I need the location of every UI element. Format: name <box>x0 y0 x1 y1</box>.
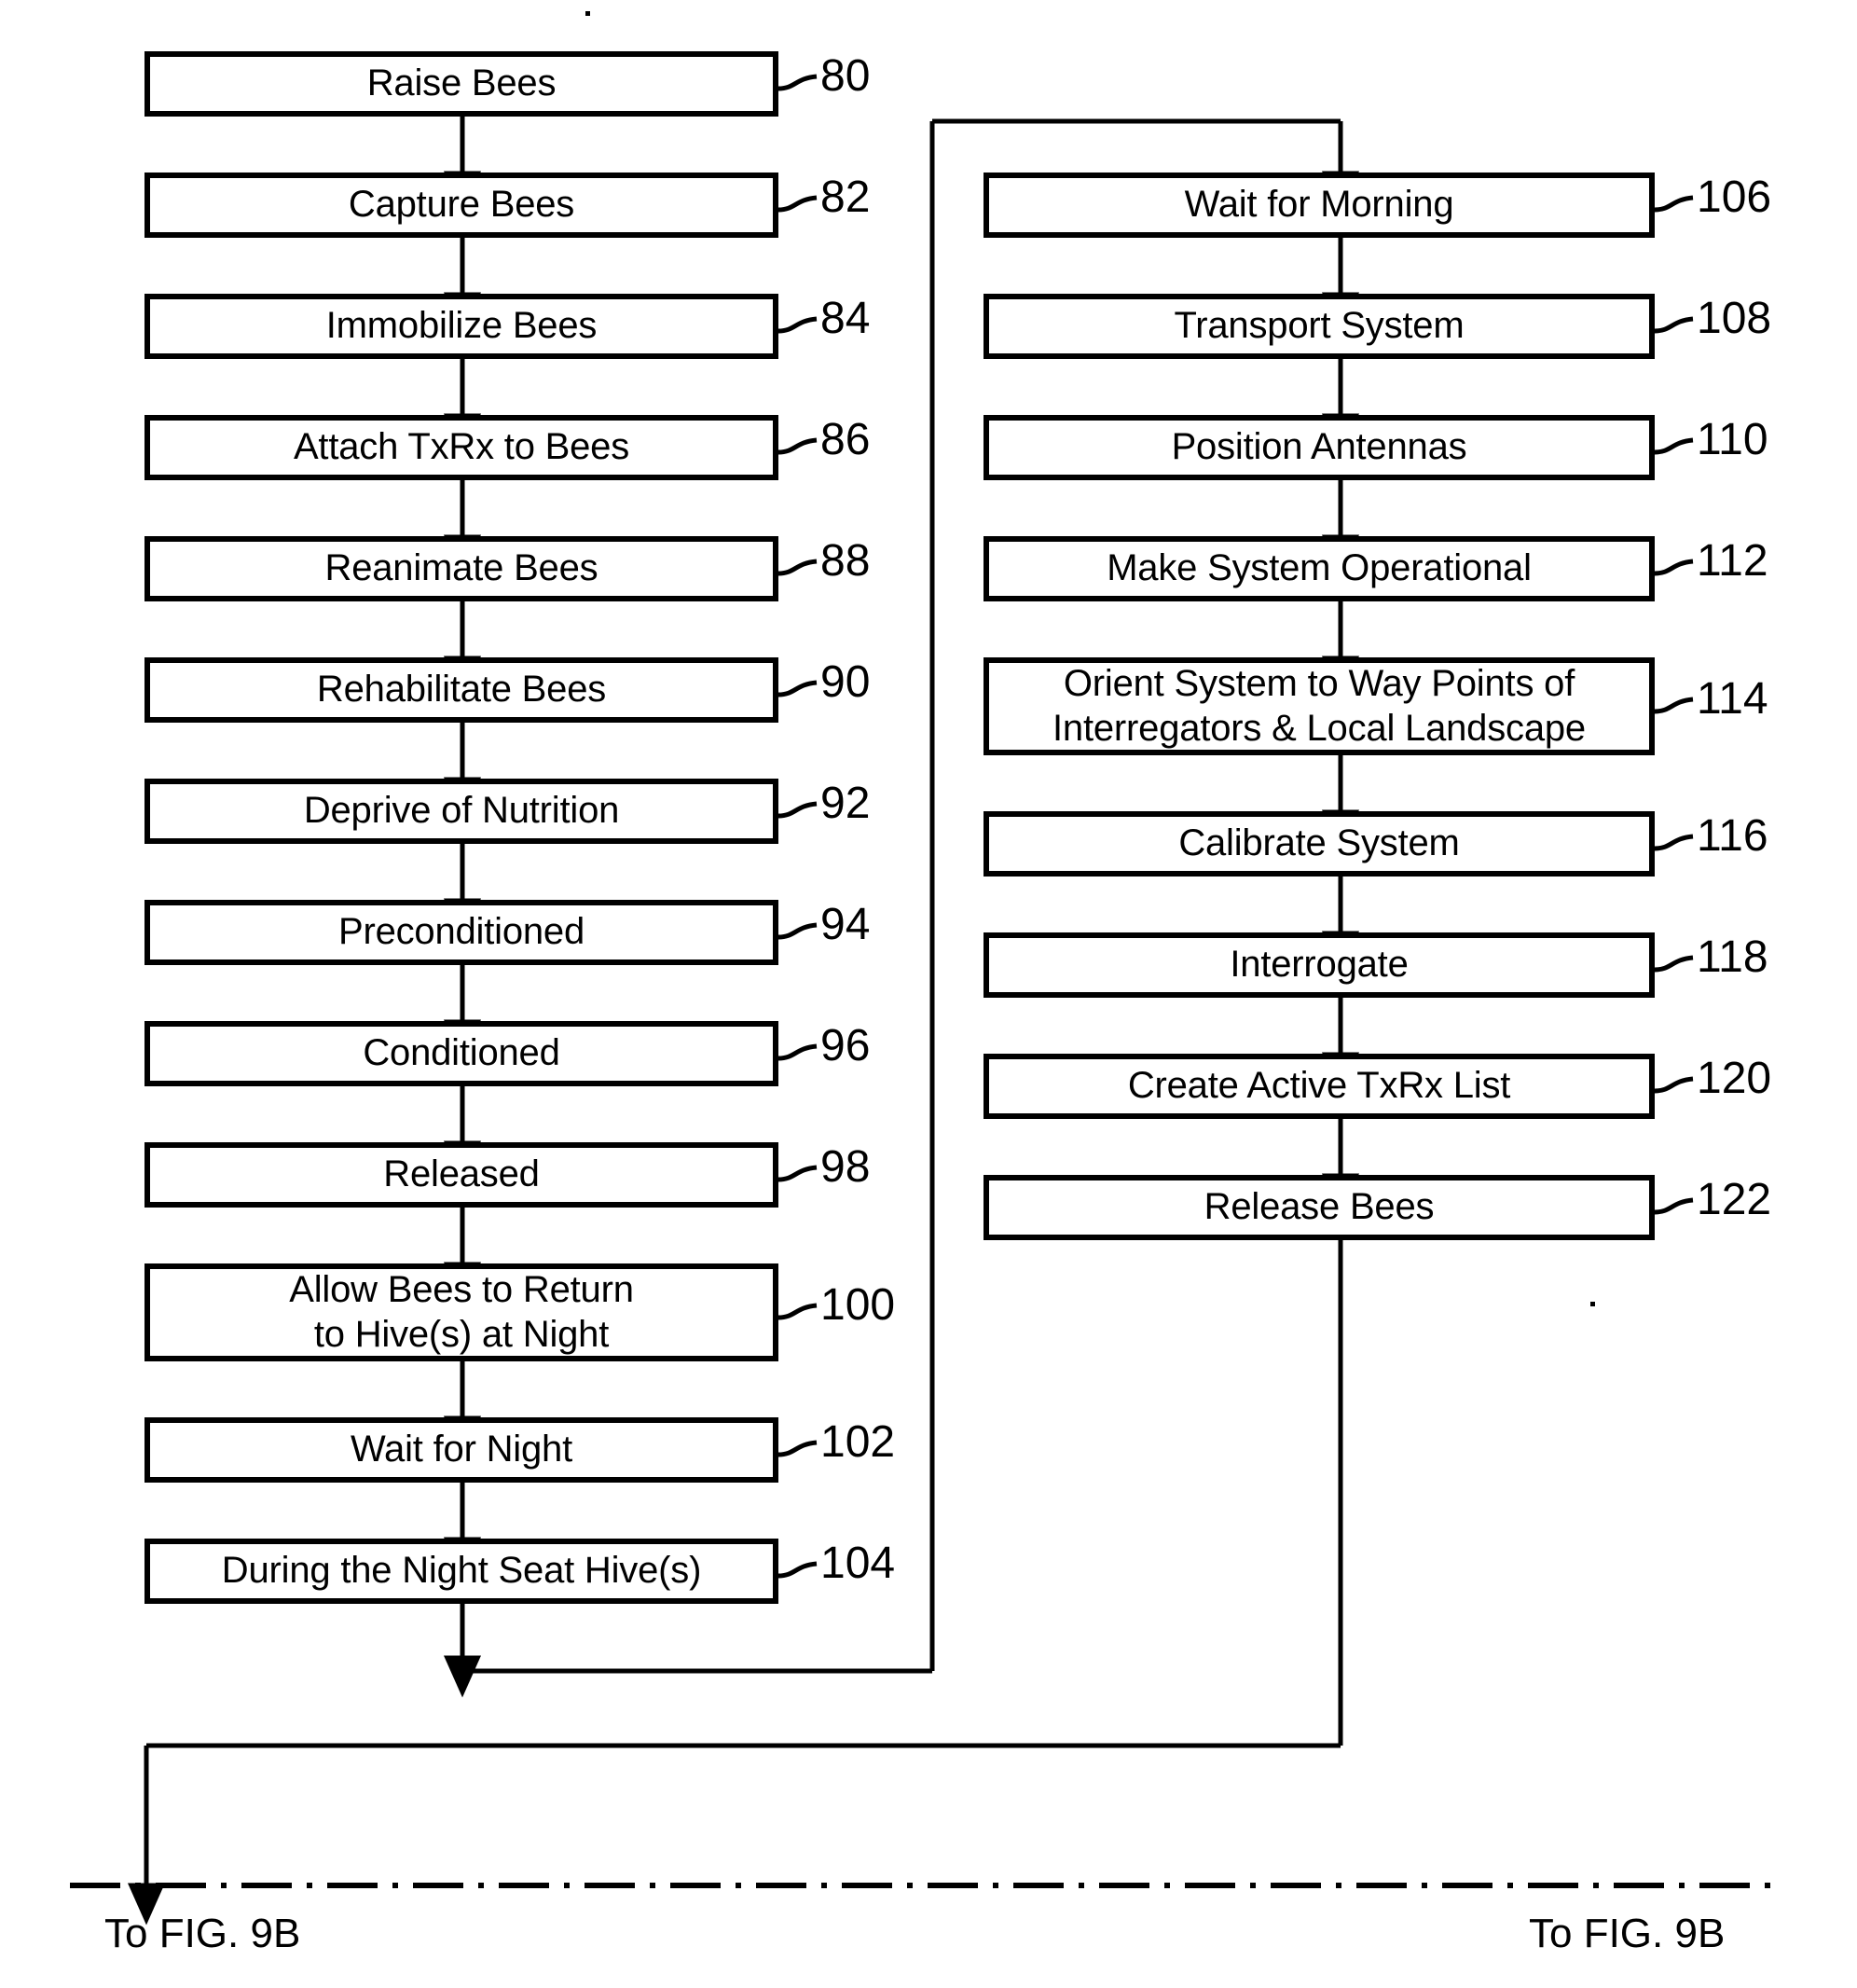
reference-numeral-110: 110 <box>1697 415 1768 464</box>
reference-numeral-98: 98 <box>820 1142 871 1192</box>
node-label: Raise Bees <box>366 62 557 104</box>
process-node-98[interactable]: Released <box>144 1142 778 1208</box>
scan-speck <box>1590 1302 1595 1306</box>
process-node-90[interactable]: Rehabilitate Bees <box>144 657 778 723</box>
reference-numeral-86: 86 <box>820 415 871 464</box>
process-node-102[interactable]: Wait for Night <box>144 1417 778 1483</box>
reference-numeral-120: 120 <box>1697 1054 1772 1103</box>
process-node-84[interactable]: Immobilize Bees <box>144 294 778 359</box>
node-label: Immobilize Bees <box>325 305 598 347</box>
process-node-112[interactable]: Make System Operational <box>984 536 1655 601</box>
process-node-94[interactable]: Preconditioned <box>144 900 778 965</box>
reference-numeral-100: 100 <box>820 1280 896 1330</box>
process-node-114[interactable]: Orient System to Way Points of Interrega… <box>984 657 1655 755</box>
reference-numeral-118: 118 <box>1697 932 1768 982</box>
node-label: Make System Operational <box>1107 547 1532 589</box>
process-node-96[interactable]: Conditioned <box>144 1021 778 1086</box>
reference-numeral-80: 80 <box>820 51 871 101</box>
process-node-118[interactable]: Interrogate <box>984 932 1655 998</box>
reference-numeral-122: 122 <box>1697 1175 1772 1224</box>
node-label: Deprive of Nutrition <box>303 790 620 832</box>
node-label: Orient System to Way Points of Interrega… <box>1052 663 1586 749</box>
reference-numeral-116: 116 <box>1697 811 1768 861</box>
node-label: Calibrate System <box>1178 822 1460 864</box>
sheet-ref-left: To FIG. 9B <box>104 1911 301 1956</box>
process-node-120[interactable]: Create Active TxRx List <box>984 1054 1655 1119</box>
process-node-92[interactable]: Deprive of Nutrition <box>144 779 778 844</box>
process-node-108[interactable]: Transport System <box>984 294 1655 359</box>
node-label: Released <box>383 1153 540 1195</box>
reference-numeral-104: 104 <box>820 1539 896 1588</box>
reference-numeral-94: 94 <box>820 900 871 949</box>
node-label: Create Active TxRx List <box>1127 1065 1511 1107</box>
node-label: Position Antennas <box>1171 426 1467 468</box>
reference-numeral-114: 114 <box>1697 674 1768 724</box>
process-node-122[interactable]: Release Bees <box>984 1175 1655 1240</box>
reference-numeral-88: 88 <box>820 536 871 586</box>
reference-numeral-92: 92 <box>820 779 871 828</box>
node-label: Conditioned <box>363 1032 560 1074</box>
patent-figure-9a: Raise Bees 80 Capture Bees 82 Immobilize… <box>0 0 1857 1988</box>
node-label: Reanimate Bees <box>324 547 598 589</box>
process-node-106[interactable]: Wait for Morning <box>984 173 1655 238</box>
process-node-86[interactable]: Attach TxRx to Bees <box>144 415 778 480</box>
process-node-116[interactable]: Calibrate System <box>984 811 1655 877</box>
reference-numeral-84: 84 <box>820 294 871 343</box>
node-label: Attach TxRx to Bees <box>293 426 630 468</box>
node-label: Interrogate <box>1230 944 1409 986</box>
node-label: Wait for Morning <box>1184 184 1454 226</box>
node-label: Wait for Night <box>350 1429 572 1470</box>
reference-numeral-112: 112 <box>1697 536 1768 586</box>
process-node-88[interactable]: Reanimate Bees <box>144 536 778 601</box>
process-node-110[interactable]: Position Antennas <box>984 415 1655 480</box>
process-node-82[interactable]: Capture Bees <box>144 173 778 238</box>
reference-numeral-90: 90 <box>820 657 871 707</box>
reference-numeral-108: 108 <box>1697 294 1772 343</box>
reference-numeral-96: 96 <box>820 1021 871 1070</box>
reference-numeral-82: 82 <box>820 173 871 222</box>
reference-numeral-102: 102 <box>820 1417 896 1467</box>
node-label: Release Bees <box>1204 1186 1435 1228</box>
node-label: Allow Bees to Return to Hive(s) at Night <box>289 1269 634 1355</box>
sheet-ref-right: To FIG. 9B <box>1529 1911 1726 1956</box>
process-node-80[interactable]: Raise Bees <box>144 51 778 117</box>
node-label: Rehabilitate Bees <box>316 669 607 711</box>
node-label: Transport System <box>1174 305 1465 347</box>
node-label: Preconditioned <box>337 911 585 953</box>
process-node-100[interactable]: Allow Bees to Return to Hive(s) at Night <box>144 1263 778 1361</box>
node-label: Capture Bees <box>348 184 575 226</box>
process-node-104[interactable]: During the Night Seat Hive(s) <box>144 1539 778 1604</box>
scan-speck <box>585 11 590 16</box>
reference-numeral-106: 106 <box>1697 173 1772 222</box>
node-label: During the Night Seat Hive(s) <box>221 1550 702 1592</box>
